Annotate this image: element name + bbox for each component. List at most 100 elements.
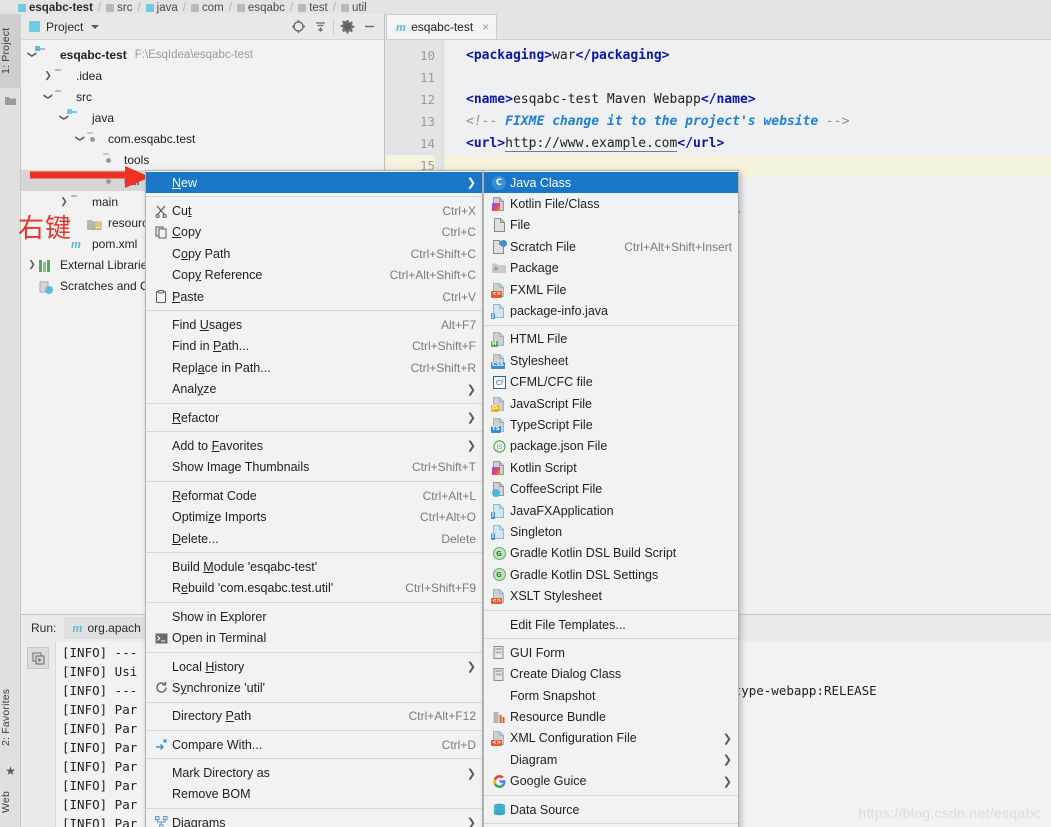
menu-item[interactable]: Diagrams ❯ — [146, 812, 482, 827]
sidebar-tab-project[interactable]: 1: Project — [0, 14, 21, 88]
menu-item[interactable]: Find in Path... Ctrl+Shift+F — [146, 336, 482, 357]
menu-item[interactable]: Replace in Path... Ctrl+Shift+R — [146, 357, 482, 378]
menu-item[interactable]: Paste Ctrl+V — [146, 286, 482, 307]
menu-item[interactable]: Mark Directory as ❯ — [146, 762, 482, 783]
tree-node[interactable]: src — [21, 86, 384, 107]
menu-item-label: package-info.java — [510, 304, 608, 319]
tree-node[interactable]: tools — [21, 149, 384, 170]
breadcrumb-item[interactable]: esqabc-test — [18, 2, 93, 14]
menu-item[interactable]: CSS Stylesheet — [484, 350, 738, 371]
chevron-right-icon[interactable] — [25, 259, 39, 270]
menu-item[interactable]: File — [484, 215, 738, 236]
menu-separator — [484, 794, 738, 796]
menu-item[interactable]: Copy Path Ctrl+Shift+C — [146, 243, 482, 264]
menu-item[interactable]: Analyze ❯ — [146, 379, 482, 400]
breadcrumb-item[interactable]: esqabc — [236, 2, 285, 14]
menu-item-label: Add to Favorites — [172, 438, 264, 453]
menu-item[interactable]: Remove BOM — [146, 784, 482, 805]
menu-item[interactable]: Synchronize 'util' — [146, 677, 482, 698]
menu-item[interactable]: Copy Ctrl+C — [146, 222, 482, 243]
gui-form-icon — [488, 667, 510, 681]
menu-item[interactable]: Find Usages Alt+F7 — [146, 314, 482, 335]
menu-item[interactable]: Show Image Thumbnails Ctrl+Shift+T — [146, 457, 482, 478]
menu-item[interactable]: Diagram ❯ — [484, 749, 738, 770]
settings-gear-icon[interactable] — [336, 16, 358, 38]
menu-item[interactable]: Cf CFML/CFC file — [484, 372, 738, 393]
chevron-down-icon[interactable] — [73, 133, 87, 144]
chevron-right-icon[interactable] — [41, 70, 55, 81]
breadcrumb-item[interactable]: test — [298, 2, 328, 14]
menu-item[interactable]: Refactor ❯ — [146, 407, 482, 428]
menu-item[interactable]: CoffeeScript File — [484, 478, 738, 499]
menu-item-label: Paste — [172, 289, 204, 304]
chevron-down-icon[interactable] — [41, 91, 55, 102]
menu-item[interactable]: Cut Ctrl+X — [146, 200, 482, 221]
menu-item[interactable]: Create Dialog Class — [484, 664, 738, 685]
run-tab[interactable]: m org.apach — [64, 617, 149, 639]
hide-panel-icon[interactable] — [358, 16, 380, 38]
tree-node[interactable]: .idea — [21, 65, 384, 86]
menu-item[interactable]: C Java Class — [484, 172, 738, 194]
menu-item[interactable]: J JavaFXApplication — [484, 500, 738, 521]
breadcrumb-item[interactable]: src — [106, 2, 132, 14]
tree-node[interactable]: esqabc-test F:\EsqIdea\esqabc-test — [21, 44, 384, 65]
menu-item[interactable]: G Gradle Kotlin DSL Build Script — [484, 543, 738, 564]
chevron-down-icon[interactable] — [91, 24, 100, 29]
menu-item[interactable]: Optimize Imports Ctrl+Alt+O — [146, 506, 482, 527]
menu-item[interactable]: Data Source — [484, 799, 738, 820]
sidebar-tab-web[interactable]: Web — [0, 780, 21, 824]
menu-item[interactable]: Scratch File Ctrl+Alt+Shift+Insert — [484, 236, 738, 257]
breadcrumb-label: test — [309, 2, 328, 14]
rerun-icon[interactable] — [27, 647, 49, 669]
context-menu[interactable]: New ❯ Cut Ctrl+X Copy Ctrl+C Copy Path Ctrl+Shi… — [145, 170, 483, 827]
menu-item[interactable]: Copy Reference Ctrl+Alt+Shift+C — [146, 265, 482, 286]
menu-item[interactable]: Jpackage-info.java — [484, 300, 738, 321]
breadcrumb-item[interactable]: com — [190, 2, 224, 14]
tree-node[interactable]: java — [21, 107, 384, 128]
menu-item[interactable]: <> XSLT Stylesheet — [484, 585, 738, 606]
locate-icon[interactable] — [287, 16, 309, 38]
menu-item[interactable]: Compare With... Ctrl+D — [146, 734, 482, 755]
menu-item[interactable]: Google Guice ❯ — [484, 771, 738, 792]
menu-item[interactable]: TS TypeScript File — [484, 414, 738, 435]
menu-item[interactable]: Build Module 'esqabc-test' — [146, 556, 482, 577]
menu-item-label: TypeScript File — [510, 417, 593, 432]
close-icon[interactable]: × — [482, 20, 489, 34]
menu-item[interactable]: GUI Form — [484, 642, 738, 663]
menu-item[interactable]: G Gradle Kotlin DSL Settings — [484, 564, 738, 585]
chevron-down-icon[interactable] — [57, 112, 71, 123]
sidebar-tab-favorites[interactable]: 2: Favorites — [0, 674, 21, 760]
menu-item[interactable]: <> XML Configuration File ❯ — [484, 728, 738, 749]
editor-tab-pom[interactable]: m esqabc-test × — [386, 14, 498, 39]
menu-item[interactable]: Directory Path Ctrl+Alt+F12 — [146, 706, 482, 727]
collapse-all-icon[interactable] — [309, 16, 331, 38]
menu-item-shortcut: Alt+F7 — [440, 318, 476, 333]
menu-item-label: HTML File — [510, 332, 568, 347]
menu-item[interactable]: Delete... Delete — [146, 528, 482, 549]
menu-item[interactable]: Add to Favorites ❯ — [146, 435, 482, 456]
chevron-right-icon[interactable] — [57, 196, 71, 207]
menu-item[interactable]: New ❯ — [146, 172, 482, 194]
tree-node[interactable]: com.esqabc.test — [21, 128, 384, 149]
menu-item[interactable]: JS package.json File — [484, 436, 738, 457]
menu-item[interactable]: Kotlin Script — [484, 457, 738, 478]
menu-item[interactable]: H HTML File — [484, 329, 738, 350]
chevron-down-icon[interactable] — [25, 49, 39, 60]
menu-item[interactable]: Reformat Code Ctrl+Alt+L — [146, 485, 482, 506]
breadcrumb-item[interactable]: util — [340, 2, 367, 14]
menu-item[interactable]: JS JavaScript File — [484, 393, 738, 414]
menu-item[interactable]: Local History ❯ — [146, 656, 482, 677]
menu-item[interactable]: Package — [484, 258, 738, 279]
menu-item[interactable]: Edit File Templates... — [484, 614, 738, 635]
menu-item[interactable]: Rebuild 'com.esqabc.test.util' Ctrl+Shift… — [146, 578, 482, 599]
menu-item[interactable]: Resource Bundle — [484, 706, 738, 727]
menu-item[interactable]: Kotlin File/Class — [484, 193, 738, 214]
new-submenu[interactable]: C Java Class Kotlin File/Class File Scratch … — [483, 170, 739, 827]
menu-item[interactable]: <> FXML File — [484, 279, 738, 300]
menu-item[interactable]: J Singleton — [484, 521, 738, 542]
menu-item[interactable]: Form Snapshot — [484, 685, 738, 706]
menu-item[interactable]: Show in Explorer — [146, 606, 482, 627]
menu-item[interactable]: Open in Terminal — [146, 627, 482, 648]
breadcrumb-item[interactable]: java — [145, 2, 178, 14]
menu-item-label: Remove BOM — [172, 787, 251, 802]
